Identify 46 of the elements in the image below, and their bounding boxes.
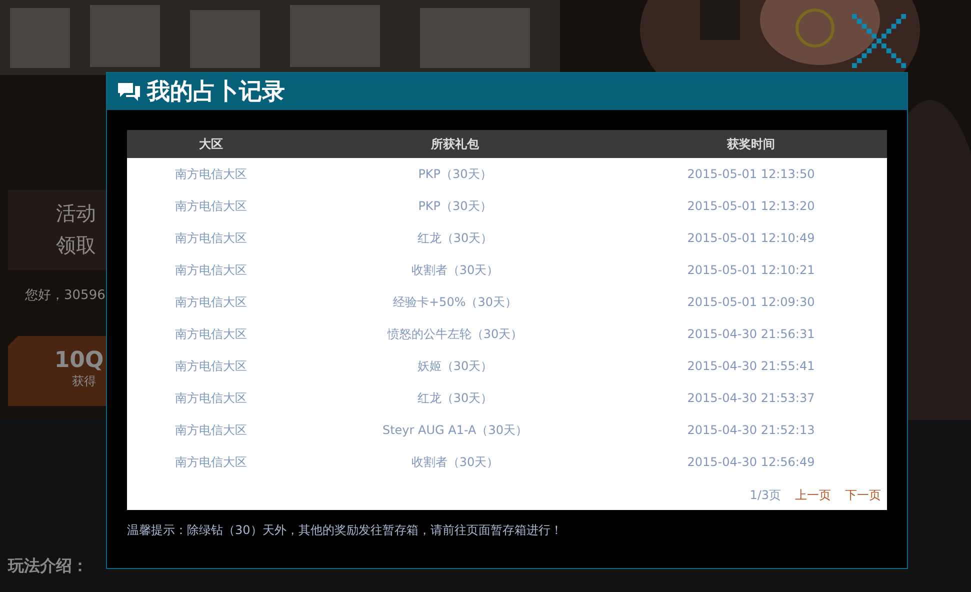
table-cell: 2015-05-01 12:09:30 — [687, 295, 815, 309]
table-cell: 南方电信大区 — [175, 166, 247, 182]
table-cell: PKP（30天） — [418, 166, 492, 182]
table-cell: 南方电信大区 — [175, 390, 247, 406]
table-cell: 2015-05-01 12:10:21 — [687, 263, 815, 277]
table-cell: 2015-04-30 21:55:41 — [687, 359, 815, 373]
greeting-text: 您好，30596 — [25, 287, 106, 304]
table-cell: 妖姬（30天） — [417, 358, 493, 374]
table-cell: 南方电信大区 — [175, 454, 247, 470]
table-cell: 南方电信大区 — [175, 262, 247, 278]
table-cell: 2015-04-30 12:56:49 — [687, 455, 815, 469]
table-cell: 红龙（30天） — [417, 390, 493, 406]
table-cell: Steyr AUG A1-A（30天） — [382, 422, 528, 438]
table-cell: 2015-05-01 12:13:20 — [687, 199, 815, 213]
table-cell: 2015-05-01 12:13:50 — [687, 167, 815, 181]
table-cell: 收割者（30天） — [411, 454, 499, 470]
table-cell: 南方电信大区 — [175, 230, 247, 246]
next-page-link[interactable]: 下一页 — [845, 487, 881, 504]
chat-icon — [117, 80, 141, 102]
table-cell: 红龙（30天） — [417, 230, 493, 246]
table-cell: 经验卡+50%（30天） — [393, 294, 517, 310]
tip-text: 温馨提示：除绿钻（30）天外，其他的奖励发往暂存箱，请前往页面暂存箱进行！ — [127, 522, 564, 539]
table-cell: PKP（30天） — [418, 198, 492, 214]
claim-time-label: 领取 — [56, 232, 97, 258]
column-header: 获奖时间 — [727, 136, 775, 152]
table-cell: 2015-05-01 12:10:49 — [687, 231, 815, 245]
column-header: 大区 — [199, 136, 223, 152]
table-cell: 南方电信大区 — [175, 198, 247, 214]
table-cell: 2015-04-30 21:56:31 — [687, 327, 815, 341]
table-cell: 南方电信大区 — [175, 326, 247, 342]
reward-caption: 获得 — [72, 373, 96, 390]
table-cell: 2015-04-30 21:53:37 — [687, 391, 815, 405]
table-cell: 2015-04-30 21:52:13 — [687, 423, 815, 437]
table-cell: 南方电信大区 — [175, 358, 247, 374]
reward-title: 10Q — [54, 348, 104, 373]
table-cell: 南方电信大区 — [175, 422, 247, 438]
event-time-label: 活动 — [56, 200, 97, 226]
close-icon[interactable] — [852, 14, 906, 68]
page-indicator: 1/3页 — [750, 487, 781, 504]
previous-page-link[interactable]: 上一页 — [795, 487, 831, 504]
table-cell: 愤怒的公牛左轮（30天） — [387, 326, 523, 342]
column-header: 所获礼包 — [431, 136, 479, 152]
dialog-title: 我的占卜记录 — [147, 78, 285, 107]
table-cell: 南方电信大区 — [175, 294, 247, 310]
rules-heading: 玩法介绍： — [8, 556, 88, 577]
table-cell: 收割者（30天） — [411, 262, 499, 278]
